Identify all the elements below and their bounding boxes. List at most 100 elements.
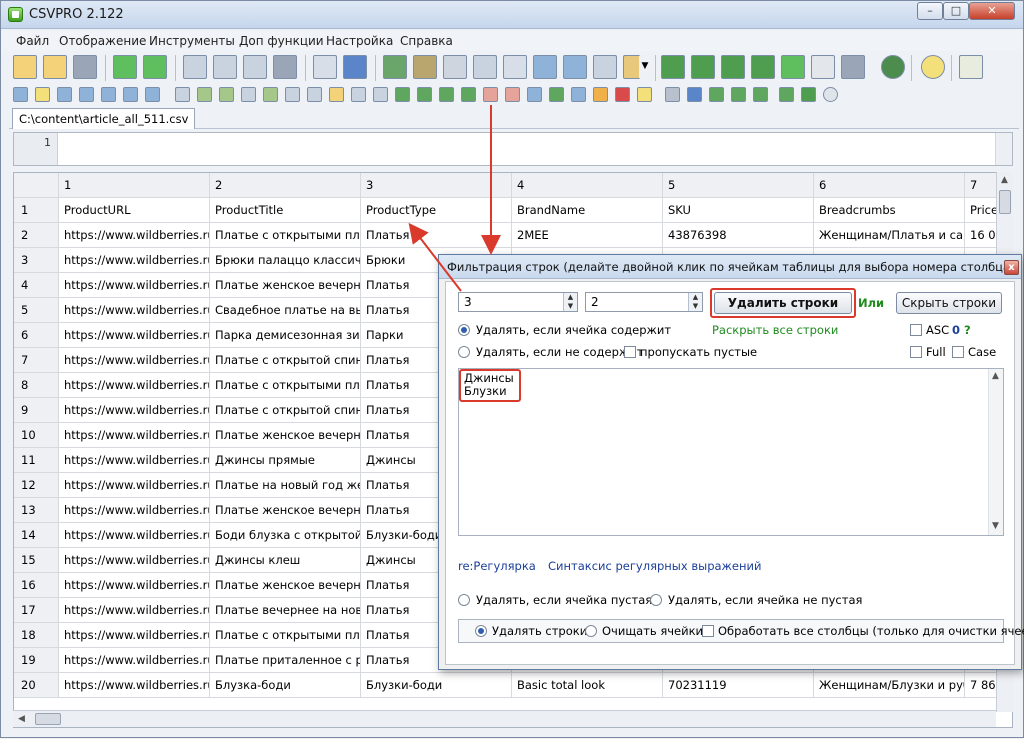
row-number[interactable]: 5 bbox=[14, 298, 59, 323]
scroll-up-icon[interactable]: ▲ bbox=[1001, 175, 1008, 185]
row-number[interactable]: 8 bbox=[14, 373, 59, 398]
row-number[interactable]: 13 bbox=[14, 498, 59, 523]
grid-cell[interactable]: Платье с открытыми плечам bbox=[210, 623, 361, 648]
filter-table-icon[interactable] bbox=[533, 55, 557, 79]
column-header[interactable]: 6 bbox=[814, 173, 965, 198]
paste-icon[interactable] bbox=[219, 87, 234, 102]
grid-cell[interactable]: Basic total look bbox=[512, 673, 663, 698]
grid-cell[interactable]: https://www.wildberries.ru/ca bbox=[59, 423, 210, 448]
image-edit-icon[interactable] bbox=[637, 87, 652, 102]
grid-cell[interactable]: ProductURL bbox=[59, 198, 210, 223]
calc-icon[interactable] bbox=[571, 87, 586, 102]
grid-cell[interactable]: Боди блузка с открытой спи bbox=[210, 523, 361, 548]
php-icon[interactable] bbox=[443, 55, 467, 79]
undo-icon[interactable] bbox=[959, 55, 983, 79]
image-add-icon[interactable] bbox=[721, 55, 745, 79]
full-checkbox[interactable] bbox=[910, 346, 922, 358]
row-number[interactable]: 4 bbox=[14, 273, 59, 298]
grid-a-icon[interactable] bbox=[57, 87, 72, 102]
grid-cell[interactable]: https://www.wildberries.ru/ca bbox=[59, 273, 210, 298]
grid-cell[interactable]: BrandName bbox=[512, 198, 663, 223]
grid-cell[interactable]: Джинсы клеш bbox=[210, 548, 361, 573]
tab-file[interactable]: C:\content\article_all_511.csv bbox=[12, 108, 196, 129]
search-icon[interactable] bbox=[343, 55, 367, 79]
spin-arrows-icon[interactable]: ▲ ▼ bbox=[563, 293, 577, 311]
text-ab-icon[interactable] bbox=[313, 55, 337, 79]
format-icon[interactable] bbox=[13, 87, 28, 102]
row-number[interactable]: 1 bbox=[14, 198, 59, 223]
money-icon[interactable] bbox=[383, 55, 407, 79]
grid-cell[interactable]: Брюки палаццо классически bbox=[210, 248, 361, 273]
bars-icon[interactable] bbox=[593, 87, 608, 102]
expand-icon[interactable] bbox=[731, 87, 746, 102]
grid-cell[interactable]: https://www.wildberries.ru/ca bbox=[59, 548, 210, 573]
help-icon[interactable] bbox=[823, 87, 838, 102]
case-checkbox[interactable] bbox=[952, 346, 964, 358]
dec-icon[interactable] bbox=[473, 55, 497, 79]
grid-cell[interactable]: https://www.wildberries.ru/ca bbox=[59, 523, 210, 548]
editor-scrollbar[interactable] bbox=[995, 133, 1012, 165]
grid-cell[interactable]: Платье женское вечернее п bbox=[210, 498, 361, 523]
grid-cell[interactable]: Свадебное платье на выпус bbox=[210, 298, 361, 323]
grid-cell[interactable]: Платье женское вечернее п bbox=[210, 573, 361, 598]
arrow-down-gray-icon[interactable] bbox=[665, 87, 680, 102]
grid-cell[interactable]: ProductType bbox=[361, 198, 512, 223]
grid-b-icon[interactable] bbox=[79, 87, 94, 102]
row-number[interactable]: 12 bbox=[14, 473, 59, 498]
all-columns-checkbox[interactable] bbox=[702, 625, 714, 637]
count-input[interactable]: 2 ▲ ▼ bbox=[585, 292, 703, 312]
expand-all-link[interactable]: Раскрыть все строки bbox=[712, 323, 838, 337]
arrows-icon[interactable] bbox=[753, 87, 768, 102]
grid-cell[interactable]: https://www.wildberries.ru/ca bbox=[59, 298, 210, 323]
grid-cell[interactable]: Платье женское вечернее п bbox=[210, 273, 361, 298]
menu-file[interactable]: Файл bbox=[16, 34, 49, 48]
column-number-input[interactable]: 3 ▲ ▼ bbox=[458, 292, 578, 312]
grid-c-icon[interactable] bbox=[101, 87, 116, 102]
help-link[interactable]: ? bbox=[964, 323, 971, 337]
grid-cell[interactable]: Джинсы прямые bbox=[210, 448, 361, 473]
radio-not-contains[interactable] bbox=[458, 346, 470, 358]
grid-cell[interactable]: https://www.wildberries.ru/ca bbox=[59, 498, 210, 523]
grid-cell[interactable]: https://www.wildberries.ru/ca bbox=[59, 598, 210, 623]
hide-rows-button[interactable]: Скрыть строки bbox=[896, 292, 1002, 314]
column-header[interactable]: 5 bbox=[663, 173, 814, 198]
grid-cell[interactable]: Платье с открытой спиной bbox=[210, 348, 361, 373]
textarea-scrollbar[interactable]: ▲ ▼ bbox=[988, 369, 1003, 535]
document-icon[interactable] bbox=[811, 55, 835, 79]
doc-up-icon[interactable] bbox=[329, 87, 344, 102]
grid-cell[interactable]: https://www.wildberries.ru/ca bbox=[59, 648, 210, 673]
transfer-icon[interactable] bbox=[461, 87, 476, 102]
id-icon[interactable] bbox=[413, 55, 437, 79]
row-number[interactable]: 6 bbox=[14, 323, 59, 348]
column-header[interactable]: 3 bbox=[361, 173, 512, 198]
cut-icon[interactable] bbox=[197, 87, 212, 102]
grid-e-icon[interactable] bbox=[145, 87, 160, 102]
collapse-icon[interactable] bbox=[709, 87, 724, 102]
grid-corner[interactable] bbox=[14, 173, 59, 198]
scroll-up-icon[interactable]: ▲ bbox=[992, 371, 999, 381]
grid-cell[interactable]: https://www.wildberries.ru/ca bbox=[59, 573, 210, 598]
remove-table-icon[interactable] bbox=[143, 55, 167, 79]
grid-cell[interactable]: https://www.wildberries.ru/ca bbox=[59, 448, 210, 473]
grid-cell[interactable]: Платье приталенное с рукав bbox=[210, 648, 361, 673]
regex-link[interactable]: re:Регулярка bbox=[458, 559, 536, 573]
column-header[interactable]: 1 bbox=[59, 173, 210, 198]
delete-icon[interactable] bbox=[241, 87, 256, 102]
grid-cell[interactable]: Женщинам/Блузки и рубашк bbox=[814, 673, 965, 698]
grid-cell[interactable]: Платье на новый год женск bbox=[210, 473, 361, 498]
column-header[interactable]: 4 bbox=[512, 173, 663, 198]
clipboard-icon[interactable] bbox=[175, 87, 190, 102]
grid-cell[interactable]: Блузка-боди bbox=[210, 673, 361, 698]
row-number[interactable]: 11 bbox=[14, 448, 59, 473]
vertical-scroll-thumb[interactable] bbox=[999, 190, 1011, 214]
menu-help[interactable]: Справка bbox=[400, 34, 453, 48]
row-number[interactable]: 16 bbox=[14, 573, 59, 598]
filter-values-textarea[interactable]: Джинсы Блузки ▲ ▼ bbox=[458, 368, 1004, 536]
grid-cell[interactable]: https://www.wildberries.ru/ca bbox=[59, 248, 210, 273]
close-window-button[interactable]: ✕ bbox=[969, 2, 1015, 20]
palette-icon[interactable] bbox=[615, 87, 630, 102]
arrow-down-blue-icon[interactable] bbox=[687, 87, 702, 102]
select-icon[interactable] bbox=[351, 87, 366, 102]
radio-not-empty[interactable] bbox=[650, 594, 662, 606]
image-up-icon[interactable] bbox=[691, 55, 715, 79]
